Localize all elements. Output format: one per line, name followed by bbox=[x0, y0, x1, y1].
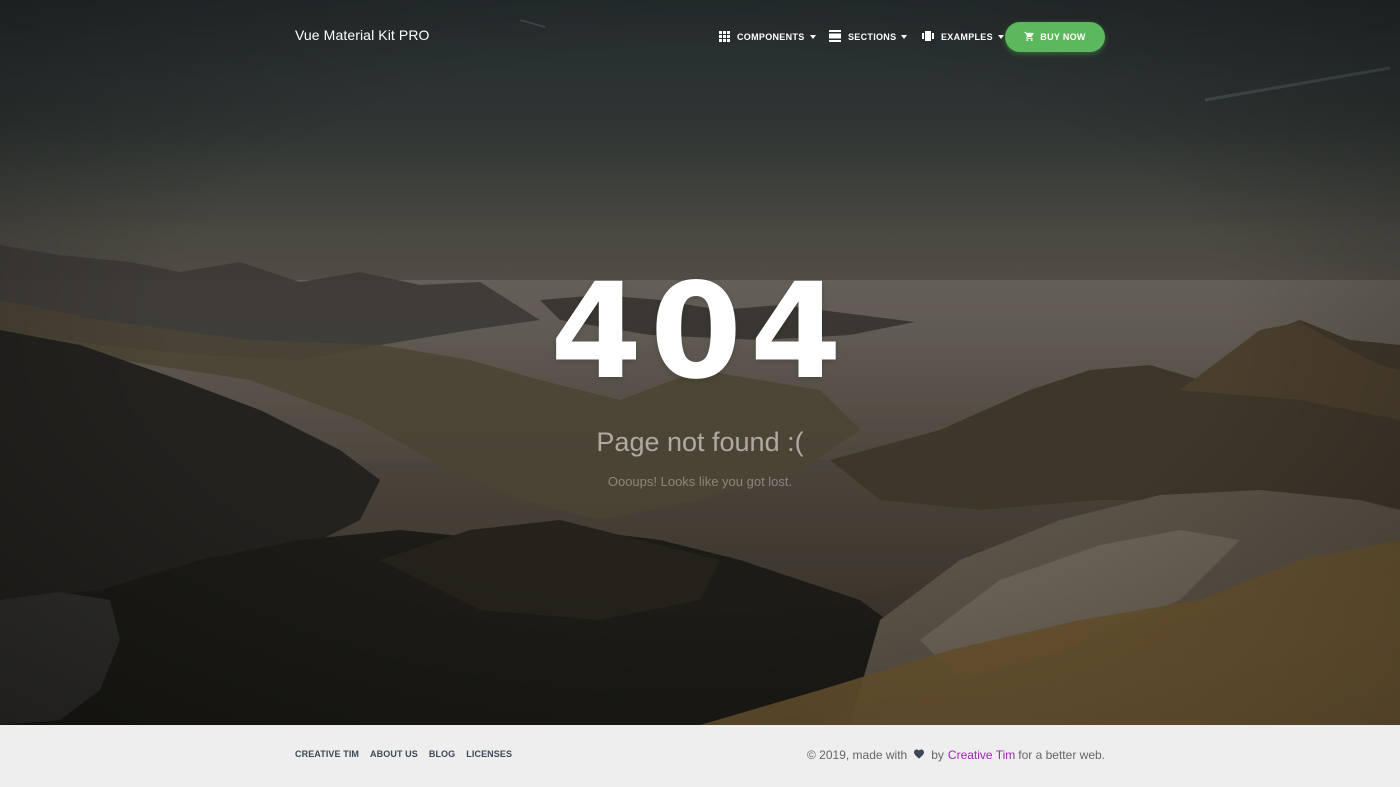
hero-section: Vue Material Kit PRO COMPONENTS SECTIONS bbox=[0, 0, 1400, 725]
nav-components-label: COMPONENTS bbox=[737, 32, 805, 42]
nav-examples-label: EXAMPLES bbox=[941, 32, 993, 42]
caret-down-icon bbox=[809, 35, 816, 39]
copyright-text: © 2019, made with by Creative Tim for a … bbox=[807, 748, 1105, 762]
error-description: Oooups! Looks like you got lost. bbox=[607, 474, 793, 489]
copyright-by: by bbox=[931, 748, 944, 762]
nav-components-dropdown[interactable]: COMPONENTS bbox=[719, 22, 816, 52]
footer-link-creative-tim[interactable]: CREATIVE TIM bbox=[295, 749, 359, 759]
footer-link-blog[interactable]: BLOG bbox=[429, 749, 455, 759]
caret-down-icon bbox=[997, 35, 1004, 39]
copyright-prefix: © 2019, made with bbox=[807, 748, 908, 762]
creative-tim-link[interactable]: Creative Tim bbox=[948, 748, 1015, 762]
view-day-icon bbox=[829, 30, 841, 44]
error-subtitle: Page not found :( bbox=[596, 427, 804, 457]
buy-now-button[interactable]: BUY NOW bbox=[1005, 22, 1105, 52]
nav-examples-dropdown[interactable]: EXAMPLES bbox=[922, 22, 1004, 52]
caret-down-icon bbox=[901, 35, 908, 39]
navbar: Vue Material Kit PRO COMPONENTS SECTIONS bbox=[295, 22, 1105, 52]
footer-link-about-us[interactable]: ABOUT US bbox=[370, 749, 418, 759]
shopping-cart-icon bbox=[1024, 31, 1035, 44]
view-carousel-icon bbox=[922, 31, 934, 43]
nav-sections-label: SECTIONS bbox=[848, 32, 897, 42]
apps-grid-icon bbox=[719, 30, 730, 44]
copyright-suffix: for a better web. bbox=[1018, 748, 1105, 762]
heart-icon bbox=[913, 748, 925, 762]
error-code-title: 404 bbox=[550, 255, 850, 409]
footer-links: CREATIVE TIM ABOUT US BLOG LICENSES bbox=[295, 749, 523, 759]
brand-logo[interactable]: Vue Material Kit PRO bbox=[295, 27, 430, 43]
footer-link-licenses[interactable]: LICENSES bbox=[466, 749, 512, 759]
nav-sections-dropdown[interactable]: SECTIONS bbox=[829, 22, 908, 52]
buy-now-label: BUY NOW bbox=[1040, 32, 1086, 42]
footer: CREATIVE TIM ABOUT US BLOG LICENSES © 20… bbox=[0, 725, 1400, 787]
